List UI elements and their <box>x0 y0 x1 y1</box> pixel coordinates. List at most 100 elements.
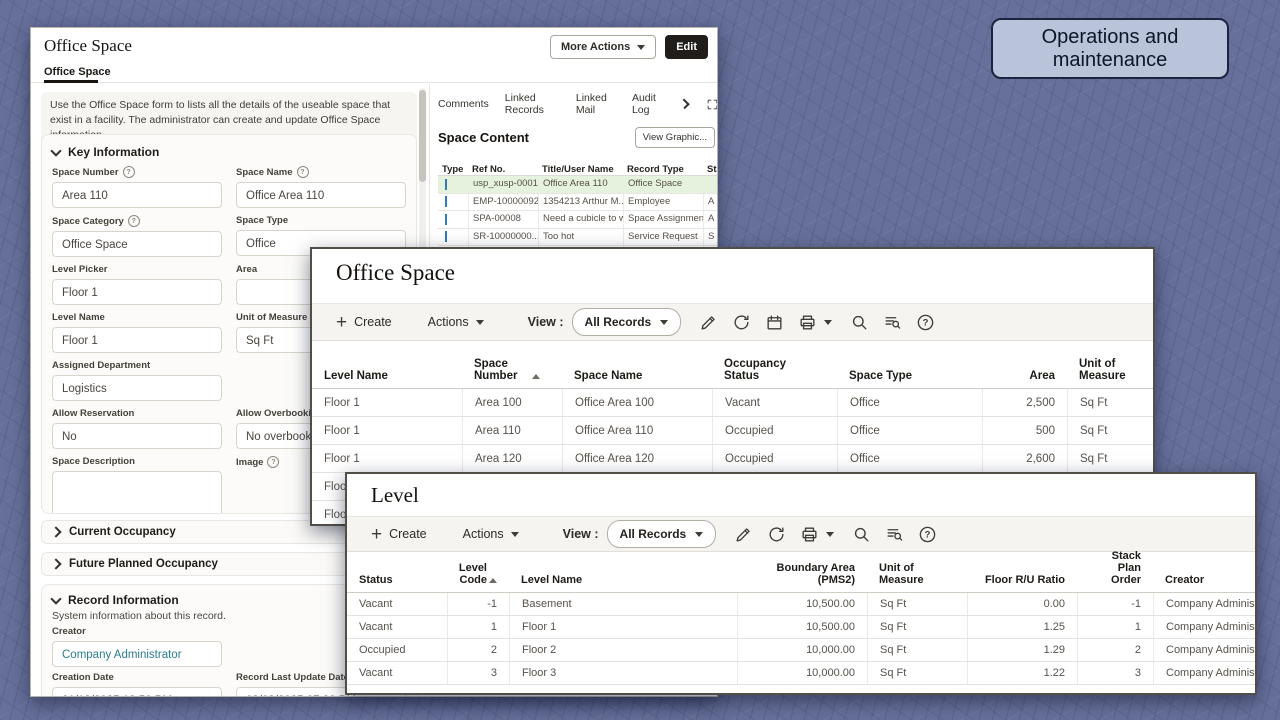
help-icon[interactable]: ? <box>267 456 279 468</box>
table-row[interactable]: Vacant 3 Floor 3 10,000.00 Sq Ft 1.22 3 … <box>347 662 1255 685</box>
column-header-space-name[interactable]: Space Name <box>562 352 712 388</box>
help-icon[interactable]: ? <box>128 215 140 227</box>
help-icon[interactable]: ? <box>123 166 135 178</box>
annotation-label: Operations and maintenance <box>993 26 1227 72</box>
column-header-status[interactable]: Status <box>347 557 447 592</box>
chevron-down-icon <box>695 532 703 537</box>
column-header-creator[interactable]: Creator <box>1153 557 1257 592</box>
filter-search-icon[interactable] <box>883 313 902 332</box>
creator-cell: Company Administra... <box>1153 639 1257 661</box>
level-code-cell: 2 <box>447 639 509 661</box>
calendar-icon[interactable] <box>765 313 784 332</box>
space-number-cell: Area 120 <box>462 445 562 472</box>
status-cell: Vacant <box>347 662 447 684</box>
level-picker-input[interactable]: Floor 1 <box>52 279 222 305</box>
table-row[interactable]: Floor 1 Area 110 Office Area 110 Occupie… <box>312 417 1153 445</box>
edit-pencil-icon[interactable] <box>734 525 753 544</box>
actions-menu-button[interactable]: Actions <box>428 315 484 329</box>
space-name-cell: Office Area 110 <box>562 417 712 444</box>
tab-audit-log[interactable]: Audit Log <box>632 92 666 116</box>
edit-button[interactable]: Edit <box>665 35 708 59</box>
view-graphic-button[interactable]: View Graphic... <box>635 127 715 148</box>
tab-comments[interactable]: Comments <box>438 98 489 110</box>
space-name-cell: Office Area 100 <box>562 389 712 416</box>
edit-pencil-icon[interactable] <box>699 313 718 332</box>
column-header-occupancy-status[interactable]: Occupancy Status <box>712 352 837 388</box>
print-button[interactable] <box>800 525 834 544</box>
table-row[interactable]: SR-10000000... Too hot Service Request S <box>438 229 718 247</box>
assigned-department-input[interactable]: Logistics <box>52 375 222 401</box>
column-header-level-code[interactable]: Level Code <box>447 557 509 592</box>
view-selector[interactable]: All Records <box>572 308 682 336</box>
space-description-textarea[interactable] <box>52 471 222 514</box>
space-name-input[interactable]: Office Area 110 <box>236 182 406 208</box>
view-label: View : <box>563 527 599 541</box>
tab-linked-mail[interactable]: Linked Mail <box>576 92 616 116</box>
field-allow-reservation: Allow Reservation No <box>52 408 222 449</box>
area-cell: 500 <box>982 417 1067 444</box>
table-row[interactable]: Floor 1 Area 100 Office Area 100 Vacant … <box>312 389 1153 417</box>
column-header-space-number[interactable]: Space Number <box>462 352 562 388</box>
view-selector[interactable]: All Records <box>607 520 717 548</box>
column-header-unit-of-measure[interactable]: Unit of Measure <box>867 557 967 592</box>
table-row[interactable]: Vacant 1 Floor 1 10,500.00 Sq Ft 1.25 1 … <box>347 616 1255 639</box>
chevron-right-icon[interactable] <box>680 99 690 109</box>
field-label: Creation Date <box>52 672 114 683</box>
print-button[interactable] <box>798 313 832 332</box>
create-button[interactable]: + Create <box>336 313 392 332</box>
title-cell: Need a cubicle to w... <box>538 211 623 228</box>
page-title: Office Space <box>312 249 1153 303</box>
key-information-header[interactable]: Key Information <box>52 145 406 159</box>
chevron-down-icon <box>50 593 61 604</box>
title-cell: 1354213 Arthur M... <box>538 194 623 211</box>
column-header-floor-ru-ratio[interactable]: Floor R/U Ratio <box>967 557 1077 592</box>
help-icon[interactable]: ? <box>297 166 309 178</box>
table-row[interactable]: usp_xusp-0001 Office Area 110 Office Spa… <box>438 176 718 194</box>
creator-link[interactable]: Company Administrator <box>52 641 222 667</box>
area-cell: 2,500 <box>982 389 1067 416</box>
actions-menu-button[interactable]: Actions <box>463 527 519 541</box>
sort-asc-icon <box>532 374 540 379</box>
table-row[interactable]: SPA-00008 Need a cubicle to w... Space A… <box>438 211 718 229</box>
column-header-stack-plan-order[interactable]: Stack Plan Order <box>1077 557 1153 592</box>
column-header-title-user-name[interactable]: Title/User Name <box>538 164 623 175</box>
help-icon[interactable]: ? <box>918 525 937 544</box>
space-number-input[interactable]: Area 110 <box>52 182 222 208</box>
column-header-record-type[interactable]: Record Type <box>623 164 703 175</box>
more-actions-button[interactable]: More Actions <box>550 35 656 59</box>
creation-date-input[interactable]: 01/18/2025 12:56 PM <box>52 687 222 697</box>
create-button[interactable]: + Create <box>371 525 427 544</box>
column-header-status[interactable]: Status <box>703 164 718 175</box>
type-cell <box>438 231 468 242</box>
table-row[interactable]: EMP-10000092 1354213 Arthur M... Employe… <box>438 194 718 212</box>
level-name-input[interactable]: Floor 1 <box>52 327 222 353</box>
space-category-input[interactable]: Office Space <box>52 231 222 257</box>
column-header-area[interactable]: Area <box>982 352 1067 388</box>
expand-icon[interactable] <box>706 98 718 111</box>
search-icon[interactable] <box>850 313 869 332</box>
column-header-boundary-area[interactable]: Boundary Area (PMS2) <box>737 557 867 592</box>
chevron-right-icon <box>50 558 61 569</box>
record-doc-icon <box>445 196 447 207</box>
tab-linked-records[interactable]: Linked Records <box>505 92 560 116</box>
refresh-icon[interactable] <box>732 313 751 332</box>
refresh-icon[interactable] <box>767 525 786 544</box>
column-header-ref-no[interactable]: Ref No. <box>468 164 538 175</box>
chevron-down-icon <box>50 145 61 156</box>
allow-reservation-input[interactable]: No <box>52 423 222 449</box>
table-row[interactable]: Occupied 2 Floor 2 10,000.00 Sq Ft 1.29 … <box>347 639 1255 662</box>
column-header-type[interactable]: Type <box>438 164 468 175</box>
column-header-unit-of-measure[interactable]: Unit of Measure <box>1067 352 1155 388</box>
field-label: Space Description <box>52 456 135 467</box>
filter-search-icon[interactable] <box>885 525 904 544</box>
column-header-level-name[interactable]: Level Name <box>509 557 737 592</box>
column-header-space-type[interactable]: Space Type <box>837 352 982 388</box>
tab-office-space[interactable]: Office Space <box>44 66 111 78</box>
scrollbar-thumb[interactable] <box>419 90 426 182</box>
table-row[interactable]: Floor 1 Area 120 Office Area 120 Occupie… <box>312 445 1153 473</box>
column-header-level-name[interactable]: Level Name <box>312 352 462 388</box>
help-icon[interactable]: ? <box>916 313 935 332</box>
table-row[interactable]: Vacant -1 Basement 10,500.00 Sq Ft 0.00 … <box>347 593 1255 616</box>
search-icon[interactable] <box>852 525 871 544</box>
floor-ru-ratio-cell: 1.29 <box>967 639 1077 661</box>
